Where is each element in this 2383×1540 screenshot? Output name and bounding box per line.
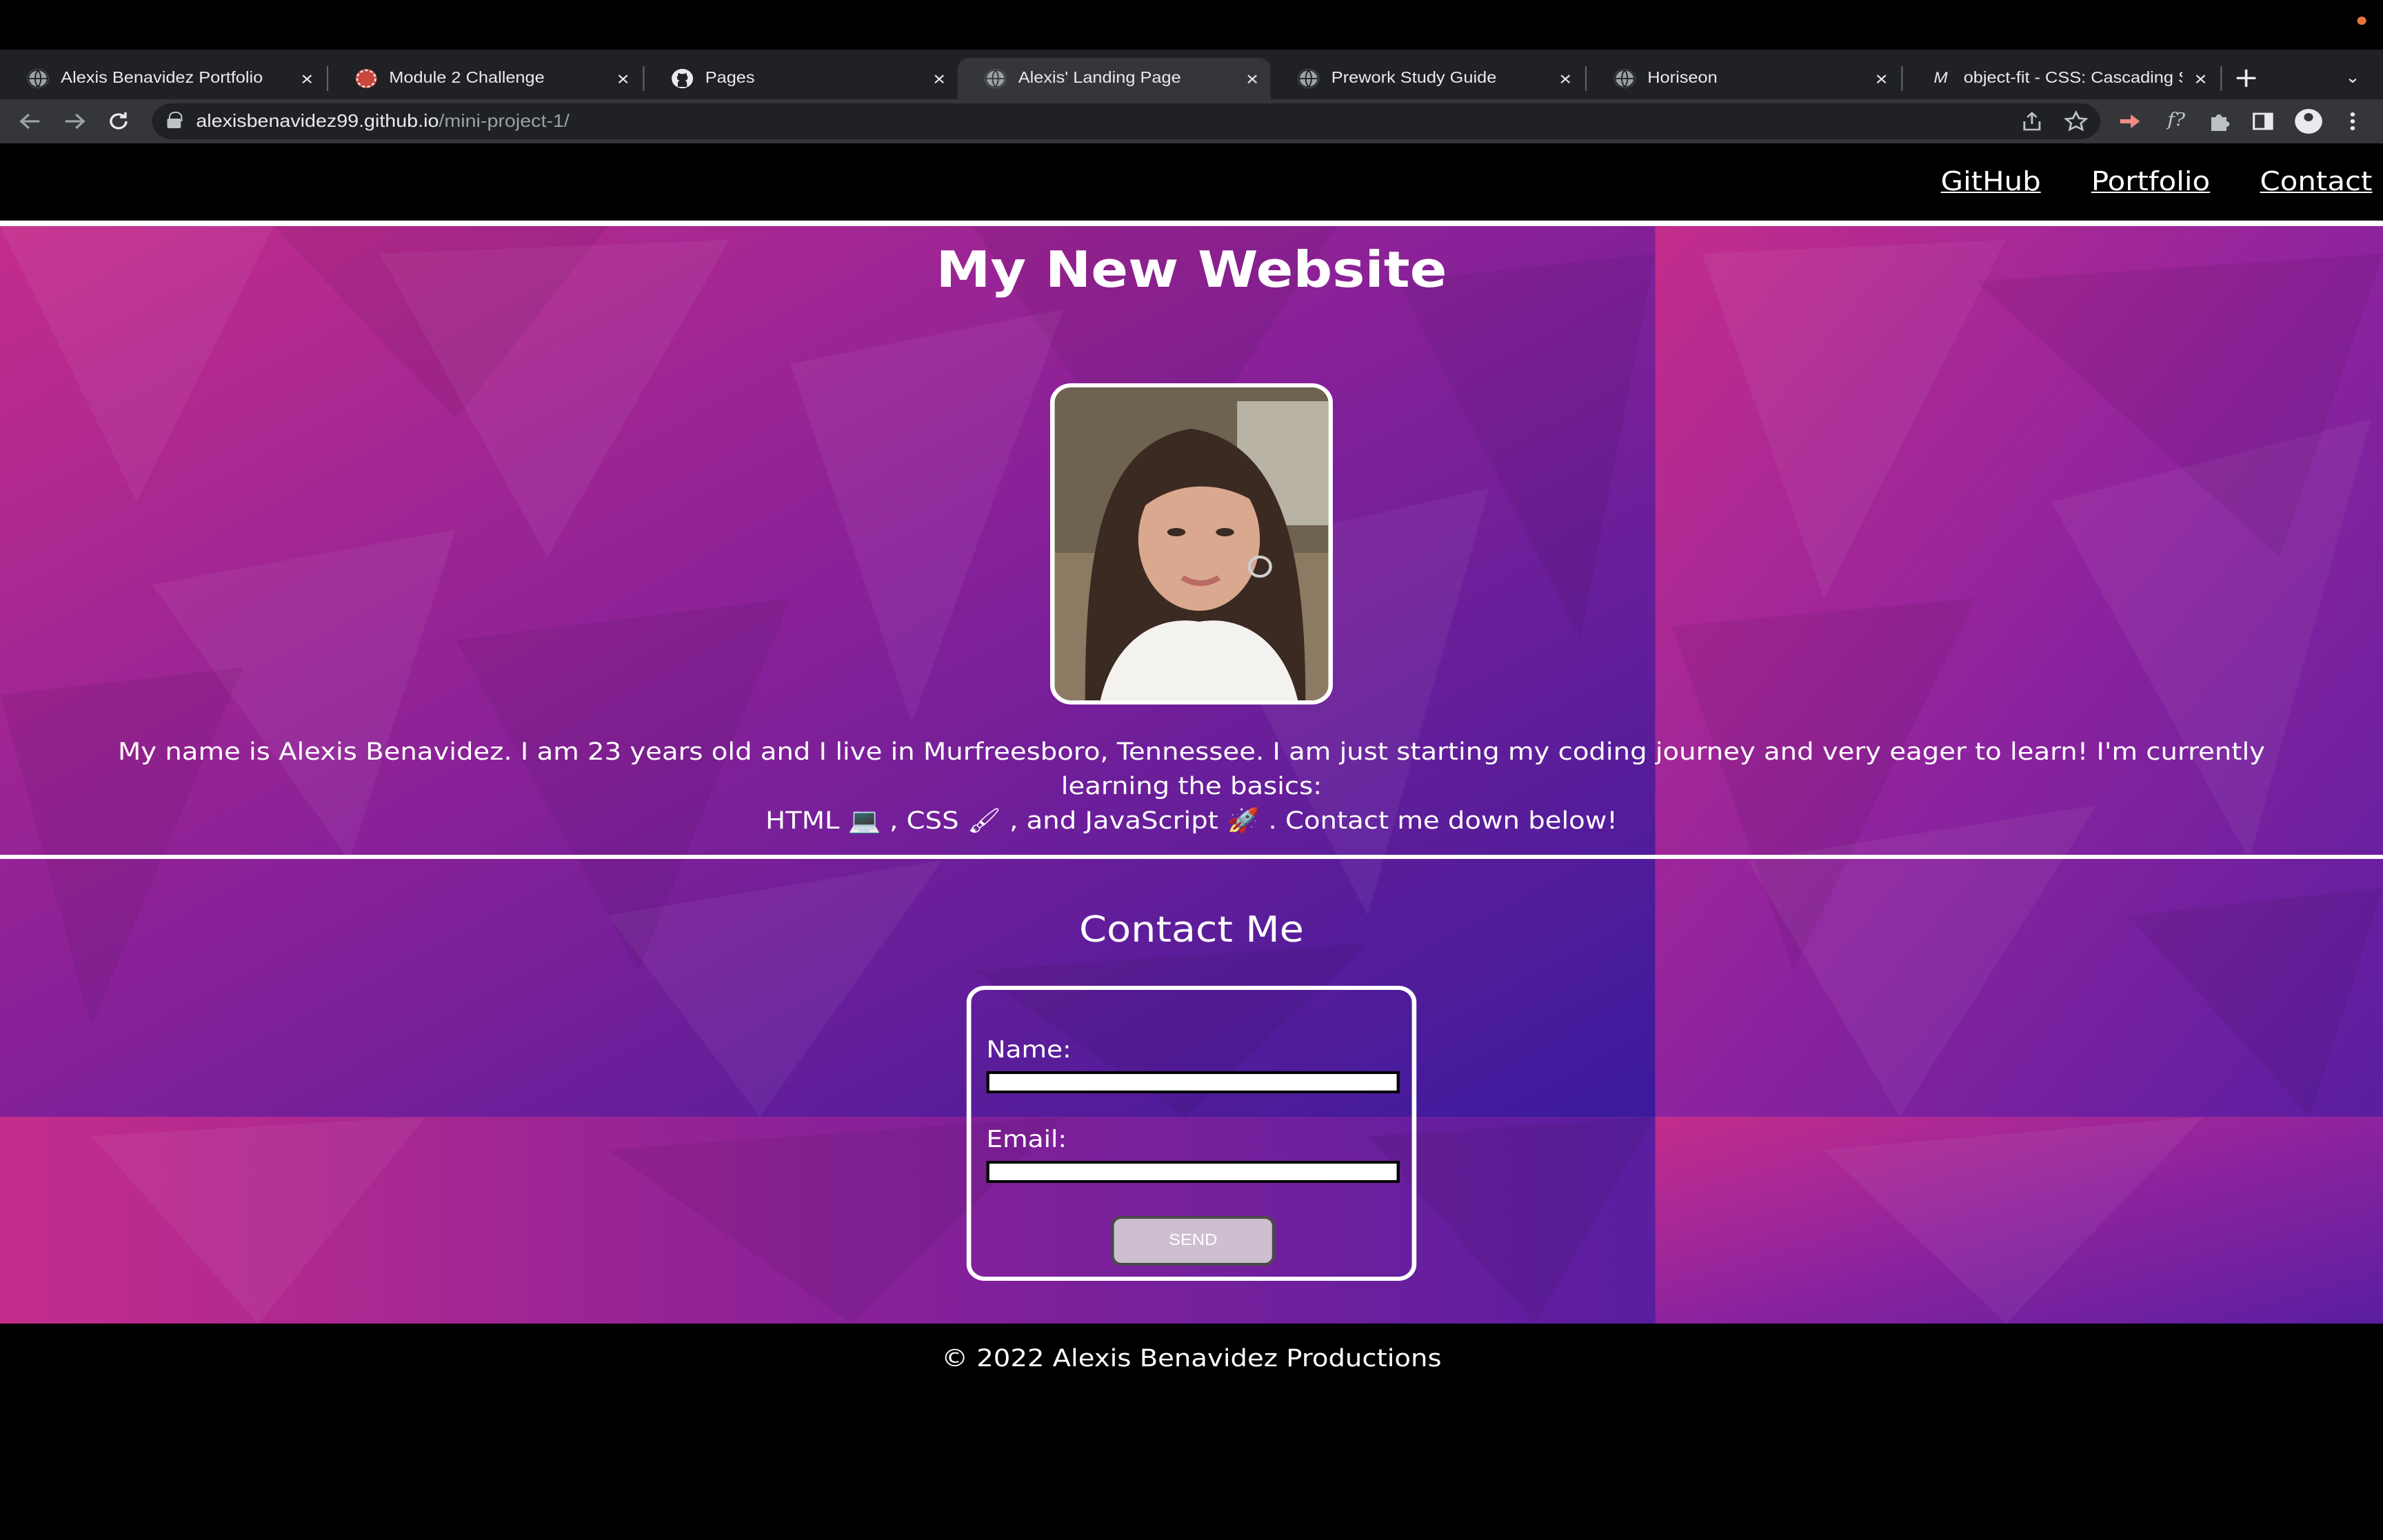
- close-tab-icon[interactable]: ×: [1547, 68, 1584, 90]
- tab-title: Prework Study Guide: [1331, 70, 1497, 87]
- site-footer: © 2022 Alexis Benavidez Productions: [0, 1324, 2383, 1540]
- send-button[interactable]: SEND: [1111, 1216, 1276, 1266]
- bio-css: , CSS: [889, 808, 959, 835]
- bio-line-2: HTML 💻 , CSS 🖌 , and JavaScript 🚀 . Cont…: [61, 805, 2322, 840]
- contact-heading: Contact Me: [1079, 910, 1304, 951]
- rocket-emoji-icon: 🚀: [1227, 808, 1260, 835]
- tab-search-chevron-icon[interactable]: ⌄: [2337, 63, 2368, 91]
- url-path: /mini-project-1/: [439, 110, 570, 131]
- paintbrush-emoji-icon: 🖌: [967, 808, 1001, 835]
- bootcamp-logo-icon: [355, 69, 377, 88]
- tab-divider: [2220, 66, 2222, 91]
- tab-module-2-challenge[interactable]: Module 2 Challenge ×: [328, 58, 641, 99]
- extension-arrow-icon[interactable]: [2115, 108, 2146, 135]
- github-icon: [672, 69, 694, 88]
- close-tab-icon[interactable]: ×: [2182, 68, 2219, 90]
- tab-horiseon[interactable]: Horiseon ×: [1587, 58, 1900, 99]
- nav-link-portfolio[interactable]: Portfolio: [2091, 167, 2210, 197]
- close-tab-icon[interactable]: ×: [1234, 68, 1271, 90]
- lock-icon[interactable]: [167, 112, 183, 128]
- bio-javascript: , and JavaScript: [1009, 808, 1218, 835]
- tab-title: Alexis' Landing Page: [1018, 70, 1181, 87]
- name-label: Name:: [986, 1037, 1072, 1064]
- nav-link-contact[interactable]: Contact: [2260, 167, 2372, 197]
- tab-title: Alexis Benavidez Portfolio: [61, 70, 263, 87]
- url-text[interactable]: alexisbenavidez99.github.io/mini-project…: [196, 110, 570, 131]
- tab-title: Horiseon: [1647, 70, 1718, 87]
- new-tab-button[interactable]: +: [2231, 61, 2262, 94]
- back-arrow-icon[interactable]: [12, 105, 49, 138]
- close-tab-icon[interactable]: ×: [605, 68, 641, 90]
- bio-text: My name is Alexis Benavidez. I am 23 yea…: [61, 736, 2322, 840]
- contact-form: Name: Email: SEND: [966, 986, 1417, 1281]
- tab-portfolio[interactable]: Alexis Benavidez Portfolio ×: [0, 58, 325, 99]
- system-top-bar: [0, 0, 2383, 50]
- section-divider: [0, 855, 2383, 859]
- globe-icon: [27, 69, 49, 88]
- close-tab-icon[interactable]: ×: [921, 68, 958, 90]
- tab-mdn-object-fit[interactable]: M object-fit - CSS: Cascading S ×: [1903, 58, 2219, 99]
- site-nav: GitHub Portfolio Contact: [0, 143, 2383, 221]
- formula-extension-icon[interactable]: f?: [2161, 108, 2191, 135]
- tab-landing-page[interactable]: Alexis' Landing Page ×: [957, 58, 1271, 99]
- globe-icon: [1298, 69, 1320, 88]
- puzzle-extensions-icon[interactable]: [2204, 108, 2234, 135]
- page-title: My New Website: [936, 243, 1447, 299]
- share-icon[interactable]: [2017, 108, 2047, 135]
- globe-icon: [985, 69, 1007, 88]
- tab-title: Pages: [705, 70, 755, 87]
- globe-icon: [1613, 69, 1636, 88]
- screen: Alexis Benavidez Portfolio × Module 2 Ch…: [0, 0, 2383, 1540]
- reload-icon[interactable]: [100, 105, 137, 138]
- web-page: GitHub Portfolio Contact My New Website: [0, 143, 2383, 1540]
- name-field[interactable]: [986, 1071, 1400, 1093]
- nav-link-github[interactable]: GitHub: [1941, 167, 2041, 197]
- bio-html: HTML: [765, 808, 840, 835]
- email-field[interactable]: [986, 1161, 1400, 1183]
- forward-arrow-icon[interactable]: [57, 105, 93, 138]
- tab-pages[interactable]: Pages ×: [645, 58, 958, 99]
- mdn-icon: M: [1933, 70, 1948, 87]
- footer-copyright: © 2022 Alexis Benavidez Productions: [941, 1346, 1442, 1373]
- profile-avatar-icon[interactable]: [2295, 109, 2322, 134]
- nav-divider: [0, 221, 2383, 226]
- kebab-menu-icon[interactable]: [2337, 108, 2368, 135]
- recording-indicator: [2357, 17, 2366, 25]
- tab-title: Module 2 Challenge: [389, 70, 545, 87]
- bio-closing: . Contact me down below!: [1268, 808, 1618, 835]
- close-tab-icon[interactable]: ×: [1863, 68, 1900, 90]
- tab-prework-study-guide[interactable]: Prework Study Guide ×: [1271, 58, 1584, 99]
- profile-photo: [1050, 383, 1333, 705]
- email-label: Email:: [986, 1126, 1067, 1154]
- close-tab-icon[interactable]: ×: [289, 68, 325, 90]
- bio-line-1: My name is Alexis Benavidez. I am 23 yea…: [117, 739, 2266, 801]
- side-panel-icon[interactable]: [2248, 108, 2278, 135]
- tab-title: object-fit - CSS: Cascading S: [1963, 70, 2183, 87]
- url-host: alexisbenavidez99.github.io: [196, 110, 439, 131]
- bookmark-star-icon[interactable]: [2061, 108, 2091, 135]
- laptop-emoji-icon: 💻: [847, 808, 881, 835]
